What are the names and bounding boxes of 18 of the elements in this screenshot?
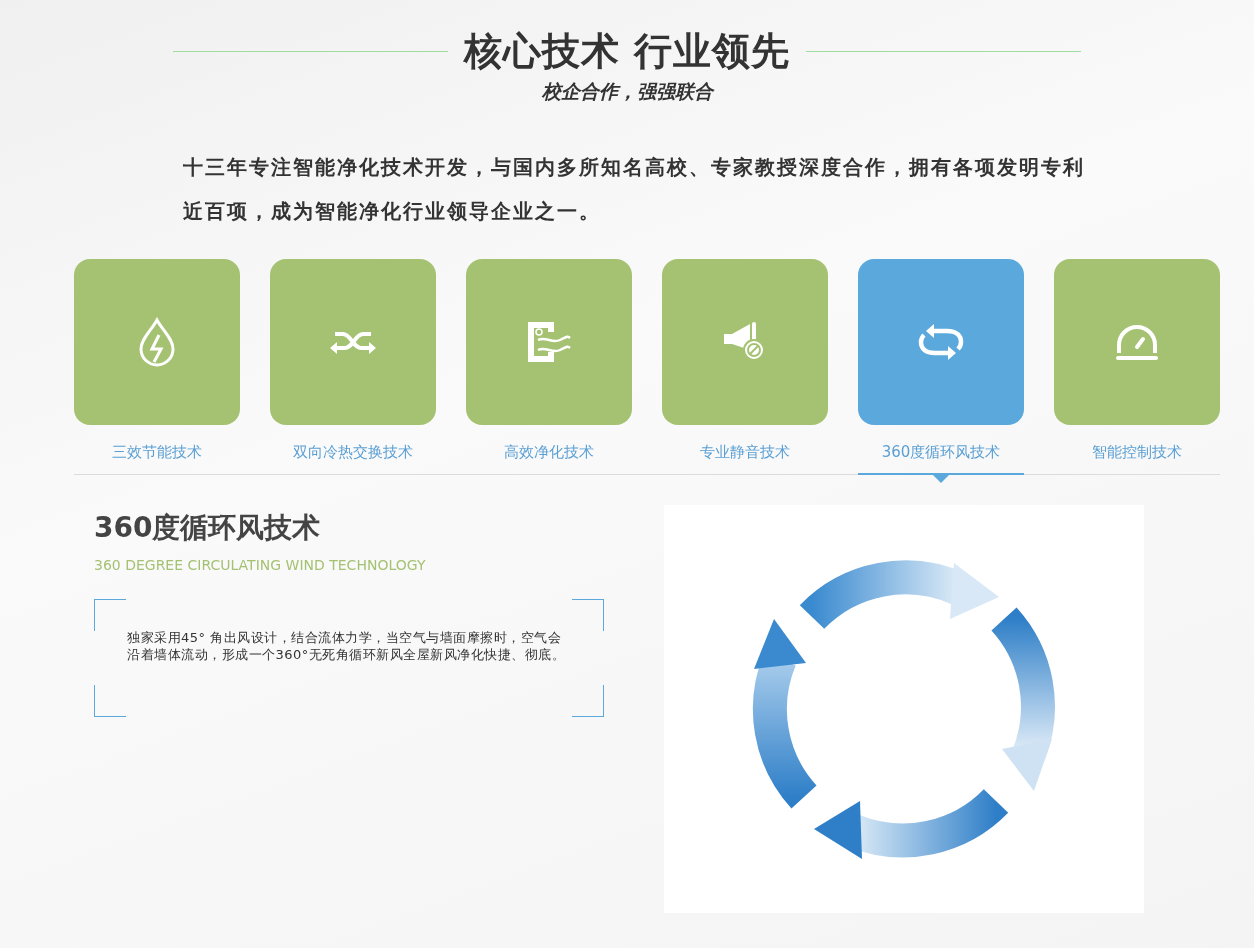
technology-tab[interactable]: 高效净化技术 <box>466 259 632 474</box>
gauge-icon <box>1115 323 1159 361</box>
water-drop-lightning-icon <box>137 317 177 367</box>
section-title: 核心技术 行业领先 <box>463 28 791 75</box>
technology-tab[interactable]: 双向冷热交换技术 <box>270 259 436 474</box>
detail-title: 360度循环风技术 <box>94 510 322 546</box>
technology-tab[interactable]: 专业静音技术 <box>662 259 828 474</box>
technology-tab[interactable]: 三效节能技术 <box>74 259 240 474</box>
air-purifier-icon <box>526 320 572 364</box>
technology-tab[interactable]: 智能控制技术 <box>1054 259 1220 474</box>
caret-icon <box>933 475 949 483</box>
cycle-arrows-icon <box>917 324 965 360</box>
intro-paragraph: 十三年专注智能净化技术开发，与国内多所知名高校、专家教授深度合作，拥有各项发明专利近百项，成为智能净化行业领导企业之一。 <box>183 154 1086 225</box>
detail-description: 独家采用45° 角出风设计，结合流体力学，当空气与墙面摩擦时，空气会沿着墙体流动，形成一个360°无死角循环新风全屋新风净化快捷、彻底。 <box>127 629 567 663</box>
section-subtitle: 校企合作，强强联合 <box>540 79 716 104</box>
detail-subtitle: 360 DEGREE CIRCULATING WIND TECHNOLOGY <box>94 557 427 573</box>
technology-tab[interactable]: 360度循环风技术 <box>858 259 1024 475</box>
shuffle-arrows-icon <box>329 329 377 355</box>
